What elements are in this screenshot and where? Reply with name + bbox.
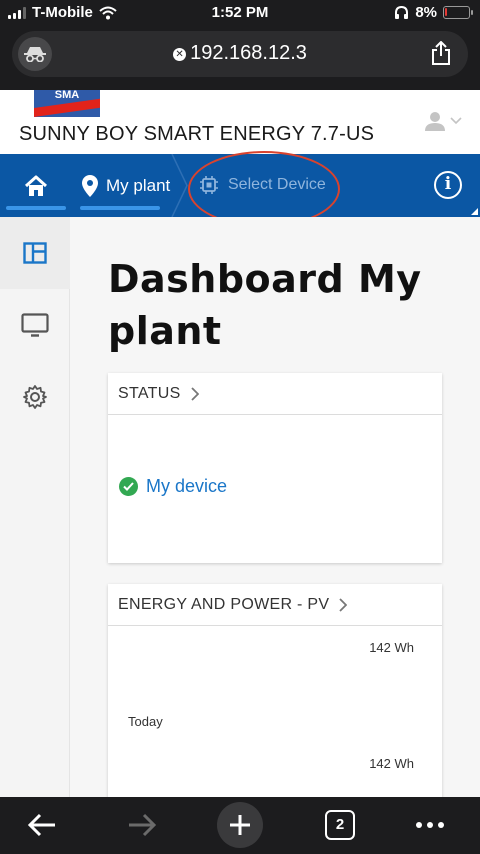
plus-icon: [230, 815, 250, 835]
device-title: SUNNY BOY SMART ENERGY 7.7-US: [19, 123, 375, 145]
status-card-header[interactable]: STATUS: [108, 373, 442, 415]
breadcrumb-nav: My plant Select Device i: [0, 154, 480, 217]
sidebar-item-settings[interactable]: [0, 361, 70, 433]
address-bar[interactable]: ✕ 192.168.12.3: [12, 31, 468, 77]
share-button[interactable]: [430, 40, 452, 71]
tab-count: 2: [325, 810, 355, 840]
battery-percent: 8%: [415, 4, 437, 21]
chevron-right-icon: [339, 597, 348, 612]
url-text: 192.168.12.3: [190, 42, 307, 64]
left-sidebar: [0, 217, 70, 797]
nav-my-plant[interactable]: My plant: [80, 154, 170, 217]
battery-icon: [443, 6, 473, 19]
more-menu-button[interactable]: [410, 805, 450, 845]
share-icon: [432, 40, 450, 65]
sma-logo: SMA: [34, 90, 100, 117]
arrow-right-icon: [129, 813, 157, 837]
arrow-left-icon: [27, 813, 55, 837]
new-tab-button[interactable]: [217, 802, 263, 848]
headphones-icon: [395, 5, 409, 19]
nav-select-device-label: Select Device: [228, 176, 326, 193]
chevron-right-icon: [190, 386, 199, 401]
energy-power-card: ENERGY AND POWER - PV 142 Wh Today 142 W…: [108, 584, 442, 797]
forward-button[interactable]: [122, 805, 162, 845]
user-menu-button[interactable]: [424, 110, 462, 132]
location-pin-icon: [82, 175, 98, 197]
resize-corner-icon: [471, 208, 478, 215]
dashboard-icon: [23, 242, 47, 264]
sidebar-item-dashboard[interactable]: [0, 217, 70, 289]
home-icon: [24, 175, 48, 196]
status-card-title: STATUS: [118, 384, 181, 402]
energy-today-label: Today: [128, 714, 163, 729]
energy-value-top: 142 Wh: [369, 640, 414, 655]
browser-toolbar: 2: [0, 797, 480, 854]
info-button[interactable]: i: [434, 171, 462, 199]
browser-chrome-top: T-Mobile 1:52 PM 8% ✕ 192.168.12.3: [0, 0, 480, 90]
tabs-button[interactable]: 2: [323, 805, 357, 845]
app-header: SMA SUNNY BOY SMART ENERGY 7.7-US: [0, 90, 480, 154]
back-button[interactable]: [22, 805, 62, 845]
device-status-link[interactable]: My device: [119, 476, 227, 497]
device-chip-icon: [200, 176, 218, 194]
chevron-down-icon: [450, 117, 462, 125]
breadcrumb-separator: [171, 154, 188, 217]
status-card: STATUS My device: [108, 373, 442, 563]
energy-card-header[interactable]: ENERGY AND POWER - PV: [108, 584, 442, 626]
energy-value-bottom: 142 Wh: [369, 756, 414, 771]
insecure-site-icon: ✕: [173, 48, 187, 61]
sidebar-item-devices[interactable]: [0, 289, 70, 361]
settings-gear-icon: [23, 385, 47, 409]
nav-my-plant-label: My plant: [106, 176, 171, 195]
ios-status-bar: T-Mobile 1:52 PM 8%: [0, 0, 480, 28]
monitor-icon: [21, 313, 49, 337]
energy-card-title: ENERGY AND POWER - PV: [118, 595, 330, 613]
nav-home[interactable]: [6, 154, 66, 217]
device-status-label: My device: [146, 476, 228, 496]
nav-select-device[interactable]: Select Device: [199, 175, 326, 195]
main-content: Dashboard My plant STATUS My device ENER…: [70, 217, 480, 797]
status-ok-check-icon: [119, 477, 138, 496]
more-dots-icon: [416, 822, 444, 828]
page-title: Dashboard My plant: [108, 257, 422, 353]
user-avatar-icon: [425, 112, 445, 131]
